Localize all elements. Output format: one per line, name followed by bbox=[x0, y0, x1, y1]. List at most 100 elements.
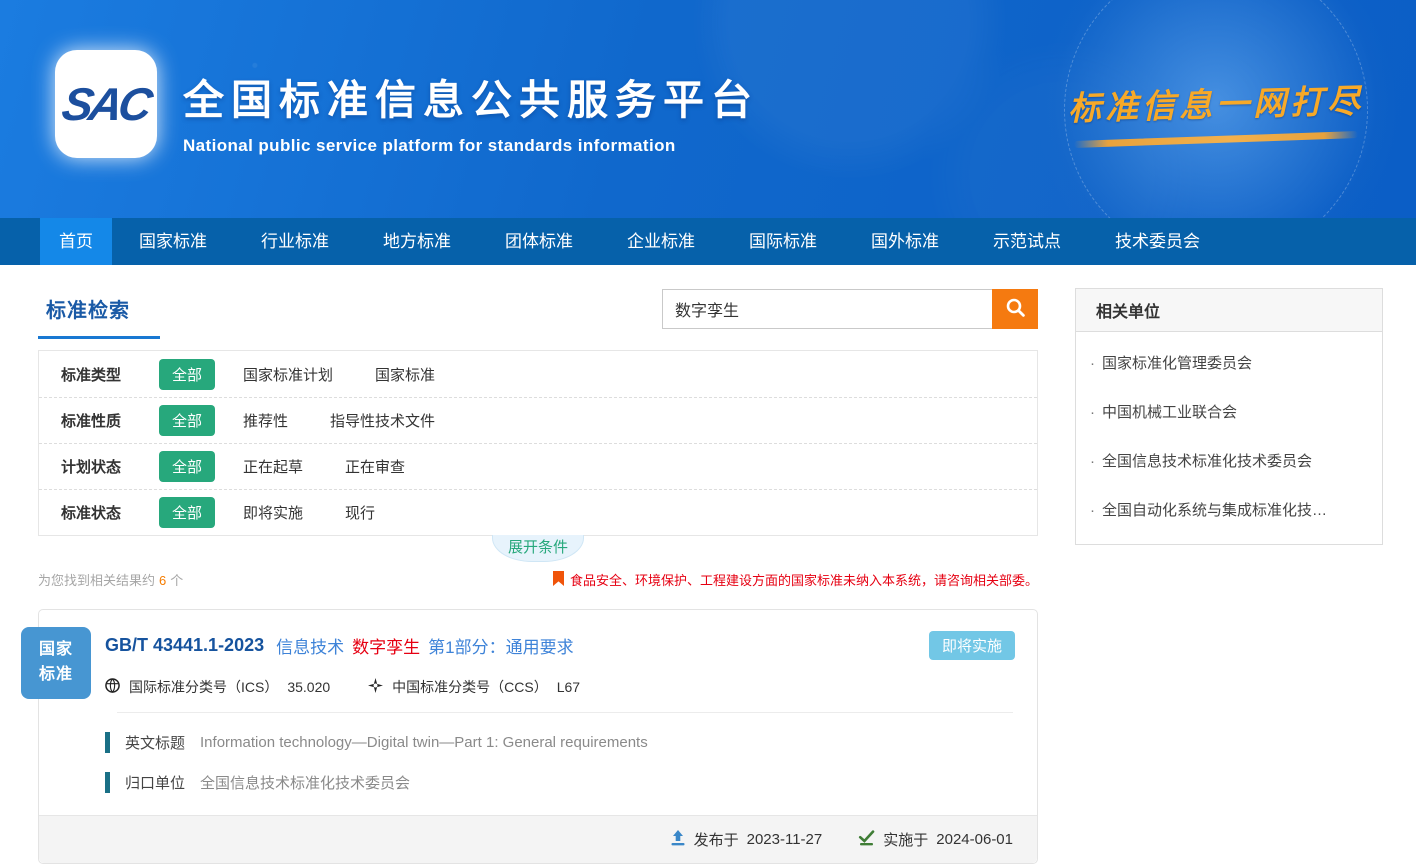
filter-all-button[interactable]: 全部 bbox=[159, 451, 215, 482]
results-count: 为您找到相关结果约 6个 bbox=[38, 570, 183, 589]
page-title-underline bbox=[38, 336, 160, 339]
related-units-title: 相关单位 bbox=[1076, 289, 1382, 332]
standard-title-part1[interactable]: 信息技术 bbox=[276, 633, 344, 658]
filter-option[interactable]: 正在起草 bbox=[243, 456, 303, 477]
search-box bbox=[662, 289, 1038, 329]
ics-value: 35.020 bbox=[287, 679, 330, 695]
search-button[interactable] bbox=[992, 289, 1038, 329]
filter-row-plan-status: 计划状态 全部 正在起草 正在审查 bbox=[39, 443, 1037, 489]
expand-conditions-button[interactable]: 展开条件 bbox=[492, 535, 584, 562]
nav-item-international-standards[interactable]: 国际标准 bbox=[722, 218, 844, 265]
english-title-value: Information technology—Digital twin—Part… bbox=[200, 734, 648, 751]
ccs-value: L67 bbox=[557, 679, 580, 695]
sidebar-item-label: 国家标准化管理委员会 bbox=[1102, 355, 1252, 372]
sidebar-item-label: 全国信息技术标准化技术委员会 bbox=[1102, 453, 1312, 470]
filter-option[interactable]: 推荐性 bbox=[243, 410, 288, 431]
sac-logo-text: SAC bbox=[59, 77, 154, 131]
implemented-date-group: 实施于 2024-06-01 bbox=[858, 829, 1013, 850]
filter-option[interactable]: 国家标准 bbox=[375, 364, 435, 385]
committee-field: 归口单位 全国信息技术标准化技术委员会 bbox=[105, 772, 1037, 793]
filter-panel: 标准类型 全部 国家标准计划 国家标准 标准性质 全部 推荐性 指导性技术文件 … bbox=[38, 350, 1038, 536]
nav-item-industry-standards[interactable]: 行业标准 bbox=[234, 218, 356, 265]
site-header: SAC 全国标准信息公共服务平台 National public service… bbox=[0, 0, 1416, 218]
main-column: 标准检索 标准类型 全部 国家标准计 bbox=[38, 288, 1038, 864]
related-units-panel: 相关单位 · 国家标准化管理委员会 · 中国机械工业联合会 · 全国信息技术标准化技术… bbox=[1075, 288, 1383, 545]
header-slogan: 标准信息一网打尽 bbox=[1068, 78, 1364, 143]
sidebar-item-machinery-federation[interactable]: · 中国机械工业联合会 bbox=[1076, 387, 1382, 436]
results-count-suffix: 个 bbox=[170, 573, 183, 588]
filter-label: 计划状态 bbox=[61, 456, 159, 477]
results-notice: 食品安全、环境保护、工程建设方面的国家标准未纳入本系统，请咨询相关部委。 bbox=[553, 570, 1038, 589]
card-divider bbox=[117, 712, 1013, 713]
standard-title-highlight[interactable]: 数字孪生 bbox=[352, 633, 420, 658]
bullet: · bbox=[1090, 453, 1095, 470]
filter-all-button[interactable]: 全部 bbox=[159, 359, 215, 390]
nav-item-group-standards[interactable]: 团体标准 bbox=[478, 218, 600, 265]
badge-line2: 标准 bbox=[39, 663, 73, 688]
implemented-date: 2024-06-01 bbox=[936, 831, 1013, 848]
field-label: 英文标题 bbox=[125, 732, 185, 753]
field-accent-bar bbox=[105, 732, 110, 753]
nav-item-local-standards[interactable]: 地方标准 bbox=[356, 218, 478, 265]
main-nav: 首页 国家标准 行业标准 地方标准 团体标准 企业标准 国际标准 国外标准 示范… bbox=[0, 218, 1416, 265]
ics-group: 国际标准分类号（ICS） 35.020 bbox=[105, 677, 330, 697]
national-standard-badge[interactable]: 国家 标准 bbox=[21, 627, 91, 699]
results-count-prefix: 为您找到相关结果约 bbox=[38, 573, 155, 588]
filter-option[interactable]: 国家标准计划 bbox=[243, 364, 333, 385]
site-subtitle: National public service platform for sta… bbox=[183, 136, 759, 156]
standard-title-part2[interactable]: 第1部分：通用要求 bbox=[428, 633, 573, 658]
results-count-number: 6 bbox=[159, 573, 166, 588]
sidebar-item-automation-systems-committee[interactable]: · 全国自动化系统与集成标准化技… bbox=[1076, 485, 1382, 534]
results-info-row: 为您找到相关结果约 6个 食品安全、环境保护、工程建设方面的国家标准未纳入本系统，… bbox=[38, 570, 1038, 589]
english-title-field: 英文标题 Information technology—Digital twin… bbox=[105, 732, 1037, 753]
bullet: · bbox=[1090, 502, 1095, 519]
sidebar-item-sac[interactable]: · 国家标准化管理委员会 bbox=[1076, 338, 1382, 387]
page-title: 标准检索 bbox=[38, 288, 160, 323]
nav-item-enterprise-standards[interactable]: 企业标准 bbox=[600, 218, 722, 265]
nav-item-national-standards[interactable]: 国家标准 bbox=[112, 218, 234, 265]
notice-text: 食品安全、环境保护、工程建设方面的国家标准未纳入本系统，请咨询相关部委。 bbox=[570, 570, 1038, 589]
compass-icon bbox=[368, 678, 383, 696]
status-badge: 即将实施 bbox=[929, 631, 1015, 660]
filter-row-standard-nature: 标准性质 全部 推荐性 指导性技术文件 bbox=[39, 397, 1037, 443]
filter-row-standard-type: 标准类型 全部 国家标准计划 国家标准 bbox=[39, 351, 1037, 397]
publish-upload-icon bbox=[670, 830, 686, 850]
sidebar-item-label: 全国自动化系统与集成标准化技… bbox=[1102, 502, 1327, 519]
standard-result-card: 国家 标准 GB/T 43441.1-2023 信息技术 数字孪生 第1部分：通… bbox=[38, 609, 1038, 864]
sidebar-item-label: 中国机械工业联合会 bbox=[1102, 404, 1237, 421]
published-date-group: 发布于 2023-11-27 bbox=[670, 829, 823, 850]
standard-title-row: GB/T 43441.1-2023 信息技术 数字孪生 第1部分：通用要求 即将… bbox=[39, 610, 1037, 660]
filter-option[interactable]: 正在审查 bbox=[345, 456, 405, 477]
nav-item-technical-committees[interactable]: 技术委员会 bbox=[1088, 218, 1227, 265]
nav-item-pilot-programs[interactable]: 示范试点 bbox=[966, 218, 1088, 265]
published-label: 发布于 bbox=[694, 829, 739, 850]
bullet: · bbox=[1090, 404, 1095, 421]
filter-all-button[interactable]: 全部 bbox=[159, 497, 215, 528]
section-title-wrap: 标准检索 bbox=[38, 288, 160, 339]
globe-icon bbox=[105, 678, 120, 696]
bullet: · bbox=[1090, 355, 1095, 372]
search-input[interactable] bbox=[662, 289, 992, 329]
sac-logo[interactable]: SAC bbox=[55, 50, 157, 158]
nav-item-home[interactable]: 首页 bbox=[40, 218, 112, 265]
classification-row: 国际标准分类号（ICS） 35.020 中国标准分类号（CCS） L67 bbox=[39, 660, 1037, 697]
field-label: 归口单位 bbox=[125, 772, 185, 793]
nav-item-foreign-standards[interactable]: 国外标准 bbox=[844, 218, 966, 265]
ccs-group: 中国标准分类号（CCS） L67 bbox=[368, 677, 580, 697]
slogan-text: 标准信息一网打尽 bbox=[1067, 74, 1364, 130]
content-area: 标准检索 标准类型 全部 国家标准计 bbox=[0, 265, 1416, 864]
filter-option[interactable]: 即将实施 bbox=[243, 502, 303, 523]
filter-option[interactable]: 现行 bbox=[345, 502, 375, 523]
standard-code-link[interactable]: GB/T 43441.1-2023 bbox=[105, 635, 264, 656]
filter-option[interactable]: 指导性技术文件 bbox=[330, 410, 435, 431]
committee-value: 全国信息技术标准化技术委员会 bbox=[200, 772, 410, 793]
filter-all-button[interactable]: 全部 bbox=[159, 405, 215, 436]
implement-check-icon bbox=[858, 830, 875, 850]
field-accent-bar bbox=[105, 772, 110, 793]
site-title: 全国标准信息公共服务平台 bbox=[183, 66, 759, 126]
card-footer: 发布于 2023-11-27 实施于 2024-06-01 bbox=[39, 815, 1037, 863]
badge-line1: 国家 bbox=[39, 638, 73, 663]
ics-label: 国际标准分类号（ICS） bbox=[129, 677, 278, 697]
sidebar-item-it-standardization-committee[interactable]: · 全国信息技术标准化技术委员会 bbox=[1076, 436, 1382, 485]
related-units-list: · 国家标准化管理委员会 · 中国机械工业联合会 · 全国信息技术标准化技术委员会 ·… bbox=[1076, 332, 1382, 544]
